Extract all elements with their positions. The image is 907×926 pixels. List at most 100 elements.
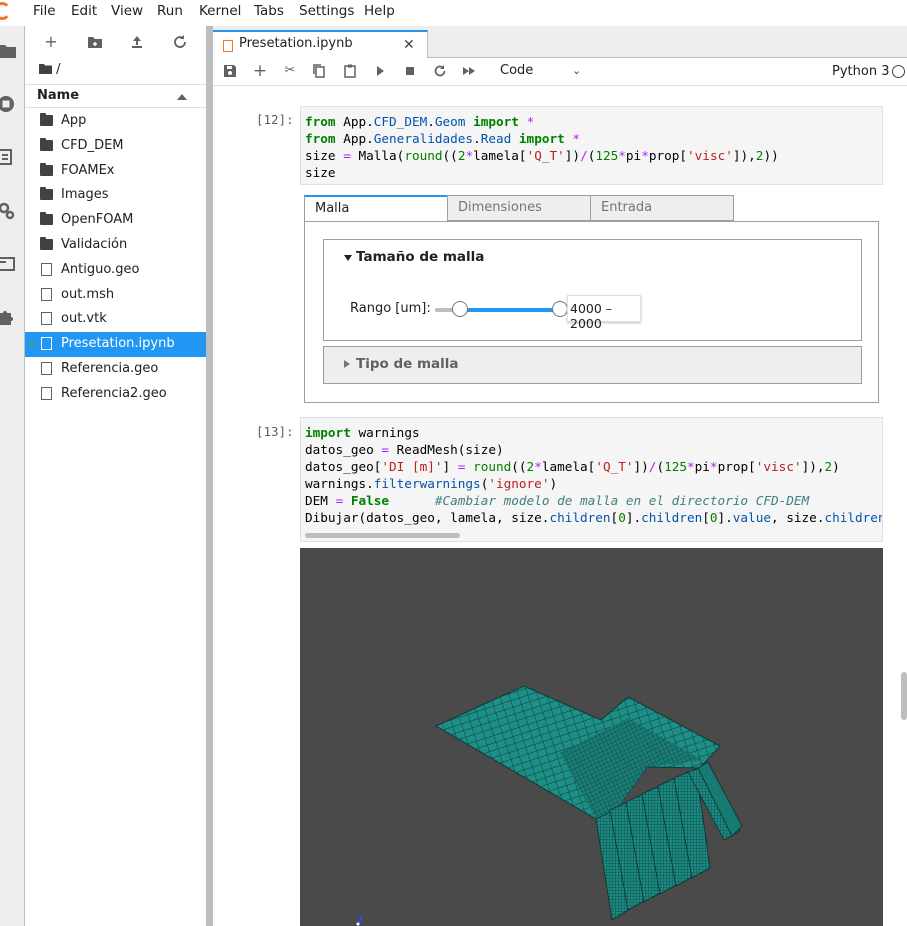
file-item-out-msh[interactable]: out.msh <box>25 283 206 308</box>
panel-splitter[interactable] <box>206 26 213 926</box>
refresh-icon[interactable] <box>172 34 188 50</box>
name-column-label[interactable]: Name <box>37 88 79 103</box>
sort-ascending-icon[interactable] <box>177 94 187 100</box>
code-line: size = Malla(round((2*lamela['Q_T'])/(12… <box>305 148 779 163</box>
code-line: datos_geo['DI [m]'] = round((2*lamela['Q… <box>305 459 840 474</box>
file-item-referencia-geo[interactable]: Referencia.geo <box>25 357 206 382</box>
home-folder-icon[interactable] <box>39 63 52 74</box>
file-item-cfd-dem[interactable]: CFD_DEM <box>25 134 206 159</box>
file-icon <box>41 262 52 276</box>
extensions-icon[interactable] <box>0 307 17 327</box>
tab-dimensiones[interactable]: Dimensiones <box>447 195 591 221</box>
range-slider-handle-low[interactable] <box>452 301 468 317</box>
vertical-scrollbar[interactable] <box>901 672 907 720</box>
tabs-icon[interactable] <box>0 254 17 274</box>
kernel-name[interactable]: Python 3 <box>832 64 889 79</box>
save-icon[interactable] <box>222 63 238 79</box>
breadcrumb[interactable]: / <box>39 62 61 77</box>
file-item-label: Validación <box>61 236 128 252</box>
file-item-referencia2-geo[interactable]: Referencia2.geo <box>25 382 206 407</box>
menu-view[interactable]: View <box>111 3 143 19</box>
range-slider-fill <box>460 308 560 312</box>
folder-icon[interactable] <box>0 41 17 61</box>
notebook-content: [12]: from App.CFD_DEM.Geom import * fro… <box>213 87 907 926</box>
code-cell-13[interactable]: import warnings datos_geo = ReadMesh(siz… <box>300 417 883 542</box>
menu-tabs[interactable]: Tabs <box>254 3 284 19</box>
file-item-out-vtk[interactable]: out.vtk <box>25 307 206 332</box>
menu-edit[interactable]: Edit <box>71 3 97 19</box>
code-cell-12[interactable]: from App.CFD_DEM.Geom import * from App.… <box>300 106 883 185</box>
jupyter-logo-icon <box>0 2 11 20</box>
code-line: size <box>305 165 336 180</box>
file-item-images[interactable]: Images <box>25 183 206 208</box>
accordion-title[interactable]: Tamaño de malla <box>356 249 484 265</box>
mesh-render <box>356 685 743 926</box>
file-item-label: Referencia2.geo <box>61 385 167 401</box>
file-item-label: Referencia.geo <box>61 360 159 376</box>
copy-icon[interactable] <box>311 63 327 79</box>
folder-icon <box>40 162 53 176</box>
range-slider-readout[interactable]: 4000 – 2000 <box>567 295 641 331</box>
code-line: DEM = False #Cambiar modelo de malla en … <box>305 493 810 508</box>
mesh-3d-viewer[interactable] <box>300 548 883 926</box>
menu-run[interactable]: Run <box>157 3 183 19</box>
file-item-label: CFD_DEM <box>61 137 124 153</box>
property-inspector-icon[interactable] <box>0 201 17 221</box>
new-launcher-icon[interactable]: + <box>43 34 59 50</box>
accordion-title[interactable]: Tipo de malla <box>356 356 459 372</box>
accordion-section-tipo[interactable]: Tipo de malla <box>323 346 862 384</box>
file-item-presetation-ipynb[interactable]: Presetation.ipynb <box>25 332 206 357</box>
folder-icon <box>40 113 53 126</box>
notebook-toolbar: + ✂ Code ⌄ Python 3 <box>213 58 907 86</box>
file-list-header[interactable]: Name <box>25 84 206 108</box>
restart-icon[interactable] <box>432 63 448 79</box>
tab-presetation-ipynb[interactable]: Presetation.ipynb ✕ <box>213 30 428 59</box>
menu-settings[interactable]: Settings <box>299 3 354 19</box>
cell-type-dropdown[interactable]: Code ⌄ <box>500 63 585 81</box>
code-line: warnings.filterwarnings('ignore') <box>305 476 558 491</box>
menu-help[interactable]: Help <box>364 3 395 19</box>
file-item-openfoam[interactable]: OpenFOAM <box>25 208 206 233</box>
file-item-label: out.vtk <box>61 311 107 327</box>
horizontal-scrollbar[interactable] <box>305 533 460 538</box>
menu-kernel[interactable]: Kernel <box>199 3 241 19</box>
tab-widget: Malla Dimensiones Entrada Tamaño de mall… <box>304 195 879 403</box>
jupyterlab-window: File Edit View Run Kernel Tabs Settings … <box>0 0 907 926</box>
kernel-status-icon <box>892 65 905 78</box>
chevron-down-icon: ⌄ <box>572 64 582 77</box>
file-item-app[interactable]: App <box>25 109 206 134</box>
paste-icon[interactable] <box>342 63 358 79</box>
caret-down-icon[interactable] <box>344 255 352 261</box>
range-slider-label: Rango [um]: <box>350 301 431 316</box>
stop-icon[interactable] <box>402 63 418 79</box>
file-item-validacion[interactable]: Validación <box>25 233 206 258</box>
close-icon[interactable]: ✕ <box>403 37 415 53</box>
activity-bar <box>0 26 25 926</box>
commands-icon[interactable] <box>0 147 17 167</box>
file-item-antiguo-geo[interactable]: Antiguo.geo <box>25 258 206 283</box>
new-folder-icon[interactable] <box>87 34 103 50</box>
tab-malla[interactable]: Malla <box>304 195 448 222</box>
insert-cell-icon[interactable]: + <box>252 63 268 80</box>
file-icon <box>41 386 52 400</box>
file-item-label: FOAMEx <box>61 162 115 178</box>
fast-forward-icon[interactable] <box>461 63 477 79</box>
document-tab-bar: Presetation.ipynb ✕ <box>213 26 907 59</box>
file-list: App CFD_DEM FOAMEx Images OpenFOAM Valid… <box>25 109 206 407</box>
file-icon <box>41 287 52 301</box>
range-slider-handle-high[interactable] <box>552 301 568 317</box>
run-icon[interactable] <box>372 63 388 79</box>
running-icon[interactable] <box>0 94 17 114</box>
folder-icon <box>40 137 53 151</box>
upload-icon[interactable] <box>129 34 145 50</box>
code-line: Dibujar(datos_geo, lamela, size.children… <box>305 510 883 525</box>
menu-file[interactable]: File <box>33 3 56 19</box>
tab-entrada[interactable]: Entrada <box>590 195 734 221</box>
breadcrumb-path[interactable]: / <box>56 62 60 77</box>
file-icon <box>41 361 52 375</box>
file-item-label: Presetation.ipynb <box>61 336 175 352</box>
cut-icon[interactable]: ✂ <box>282 63 298 79</box>
caret-right-icon[interactable] <box>344 360 350 368</box>
menu-bar: File Edit View Run Kernel Tabs Settings … <box>0 0 907 22</box>
file-item-foamex[interactable]: FOAMEx <box>25 159 206 184</box>
